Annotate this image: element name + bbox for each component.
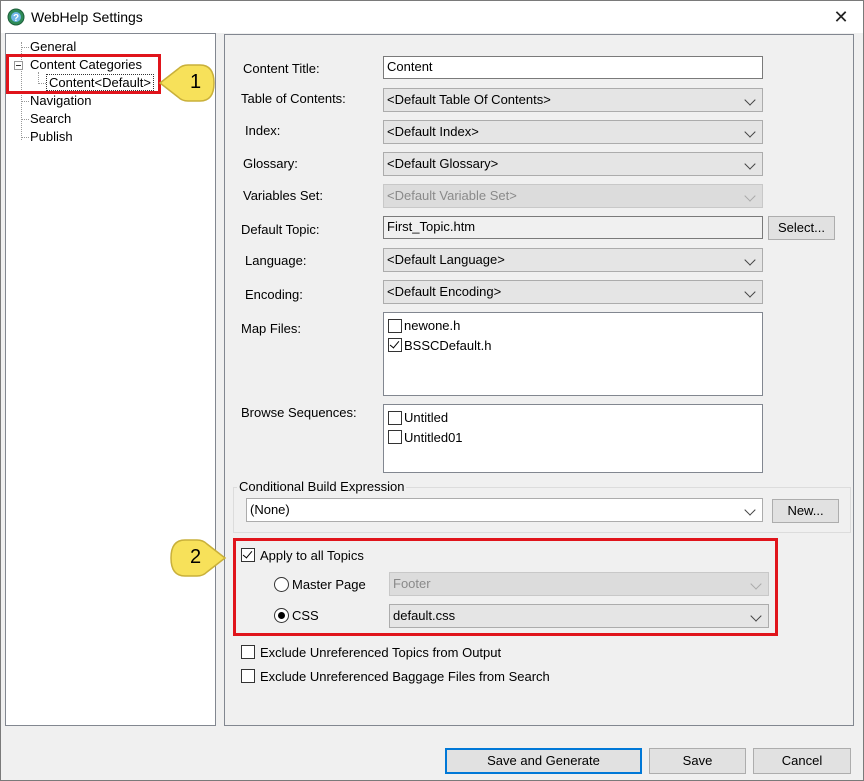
cbe-select[interactable]: (None): [246, 498, 763, 522]
language-select[interactable]: <Default Language>: [383, 248, 763, 272]
exclude-topics-label: Exclude Unreferenced Topics from Output: [260, 645, 502, 660]
tree-item-publish[interactable]: Publish: [30, 129, 73, 144]
map-files-list: newone.h BSSCDefault.h: [383, 312, 763, 396]
cbe-select-value: (None): [250, 502, 290, 517]
tree-connector: [21, 47, 29, 48]
browse-sequence-name: Untitled01: [404, 430, 463, 445]
title-bar: ? WebHelp Settings ✕: [1, 1, 863, 33]
exclude-topics-checkbox[interactable]: [241, 645, 255, 659]
browse-sequences-list: Untitled Untitled01: [383, 404, 763, 473]
default-topic-input[interactable]: First_Topic.htm: [383, 216, 763, 239]
map-file-checkbox[interactable]: [388, 338, 402, 352]
chevron-down-icon: [744, 254, 756, 266]
glossary-select-value: <Default Glossary>: [387, 156, 499, 171]
window-title: WebHelp Settings: [31, 9, 143, 25]
toc-select[interactable]: <Default Table Of Contents>: [383, 88, 763, 112]
webhelp-settings-dialog: ? WebHelp Settings ✕ General Content Cat…: [0, 0, 864, 781]
map-file-name: newone.h: [404, 318, 461, 333]
chevron-down-icon: [744, 190, 756, 202]
glossary-label: Glossary:: [243, 156, 298, 171]
new-cbe-button[interactable]: New...: [772, 499, 839, 523]
settings-tree: General Content Categories Content<Defau…: [5, 33, 216, 726]
toc-select-value: <Default Table Of Contents>: [387, 92, 551, 107]
language-label: Language:: [245, 253, 307, 268]
callout-2-number: 2: [190, 546, 202, 568]
highlight-box-tree: [6, 54, 161, 94]
callout-1-number: 1: [190, 71, 202, 93]
content-title-label: Content Title:: [243, 61, 320, 76]
map-file-name: BSSCDefault.h: [404, 338, 492, 353]
chevron-down-icon: [744, 286, 756, 298]
chevron-down-icon: [744, 126, 756, 138]
highlight-box-apply-topics: [233, 538, 778, 636]
variables-set-label: Variables Set:: [243, 188, 323, 203]
variables-set-select-value: <Default Variable Set>: [387, 188, 517, 203]
map-file-checkbox[interactable]: [388, 319, 402, 333]
cbe-label: Conditional Build Expression: [237, 479, 407, 494]
save-button[interactable]: Save: [649, 748, 746, 774]
encoding-select-value: <Default Encoding>: [387, 284, 502, 299]
encoding-select[interactable]: <Default Encoding>: [383, 280, 763, 304]
index-select-value: <Default Index>: [387, 124, 479, 139]
language-select-value: <Default Language>: [387, 252, 505, 267]
save-and-generate-button[interactable]: Save and Generate: [445, 748, 642, 774]
close-icon[interactable]: ✕: [833, 7, 848, 27]
chevron-down-icon: [744, 158, 756, 170]
toc-label: Table of Contents:: [241, 91, 346, 106]
default-topic-label: Default Topic:: [241, 222, 320, 237]
close-button[interactable]: ✕: [819, 1, 863, 33]
tree-item-search[interactable]: Search: [30, 111, 71, 126]
index-label: Index:: [245, 123, 281, 138]
browse-sequence-name: Untitled: [404, 410, 449, 425]
browse-sequence-checkbox[interactable]: [388, 430, 402, 444]
select-topic-button[interactable]: Select...: [768, 216, 835, 240]
variables-set-select: <Default Variable Set>: [383, 184, 763, 208]
content-title-input[interactable]: Content: [383, 56, 763, 79]
tree-connector: [21, 119, 29, 120]
index-select[interactable]: <Default Index>: [383, 120, 763, 144]
browse-sequences-label: Browse Sequences:: [241, 405, 357, 420]
tree-item-general[interactable]: General: [30, 39, 76, 54]
callout-1-marker: [158, 64, 215, 102]
glossary-select[interactable]: <Default Glossary>: [383, 152, 763, 176]
robohelp-app-icon: ?: [7, 8, 25, 26]
tree-item-navigation[interactable]: Navigation: [30, 93, 91, 108]
exclude-baggage-label: Exclude Unreferenced Baggage Files from …: [260, 669, 550, 684]
chevron-down-icon: [744, 94, 756, 106]
tree-connector: [21, 101, 29, 102]
exclude-baggage-checkbox[interactable]: [241, 669, 255, 683]
encoding-label: Encoding:: [245, 287, 303, 302]
browse-sequence-checkbox[interactable]: [388, 411, 402, 425]
svg-text:?: ?: [13, 13, 19, 24]
tree-connector: [21, 137, 29, 138]
cancel-button[interactable]: Cancel: [753, 748, 851, 774]
map-files-label: Map Files:: [241, 321, 301, 336]
chevron-down-icon: [744, 504, 756, 516]
